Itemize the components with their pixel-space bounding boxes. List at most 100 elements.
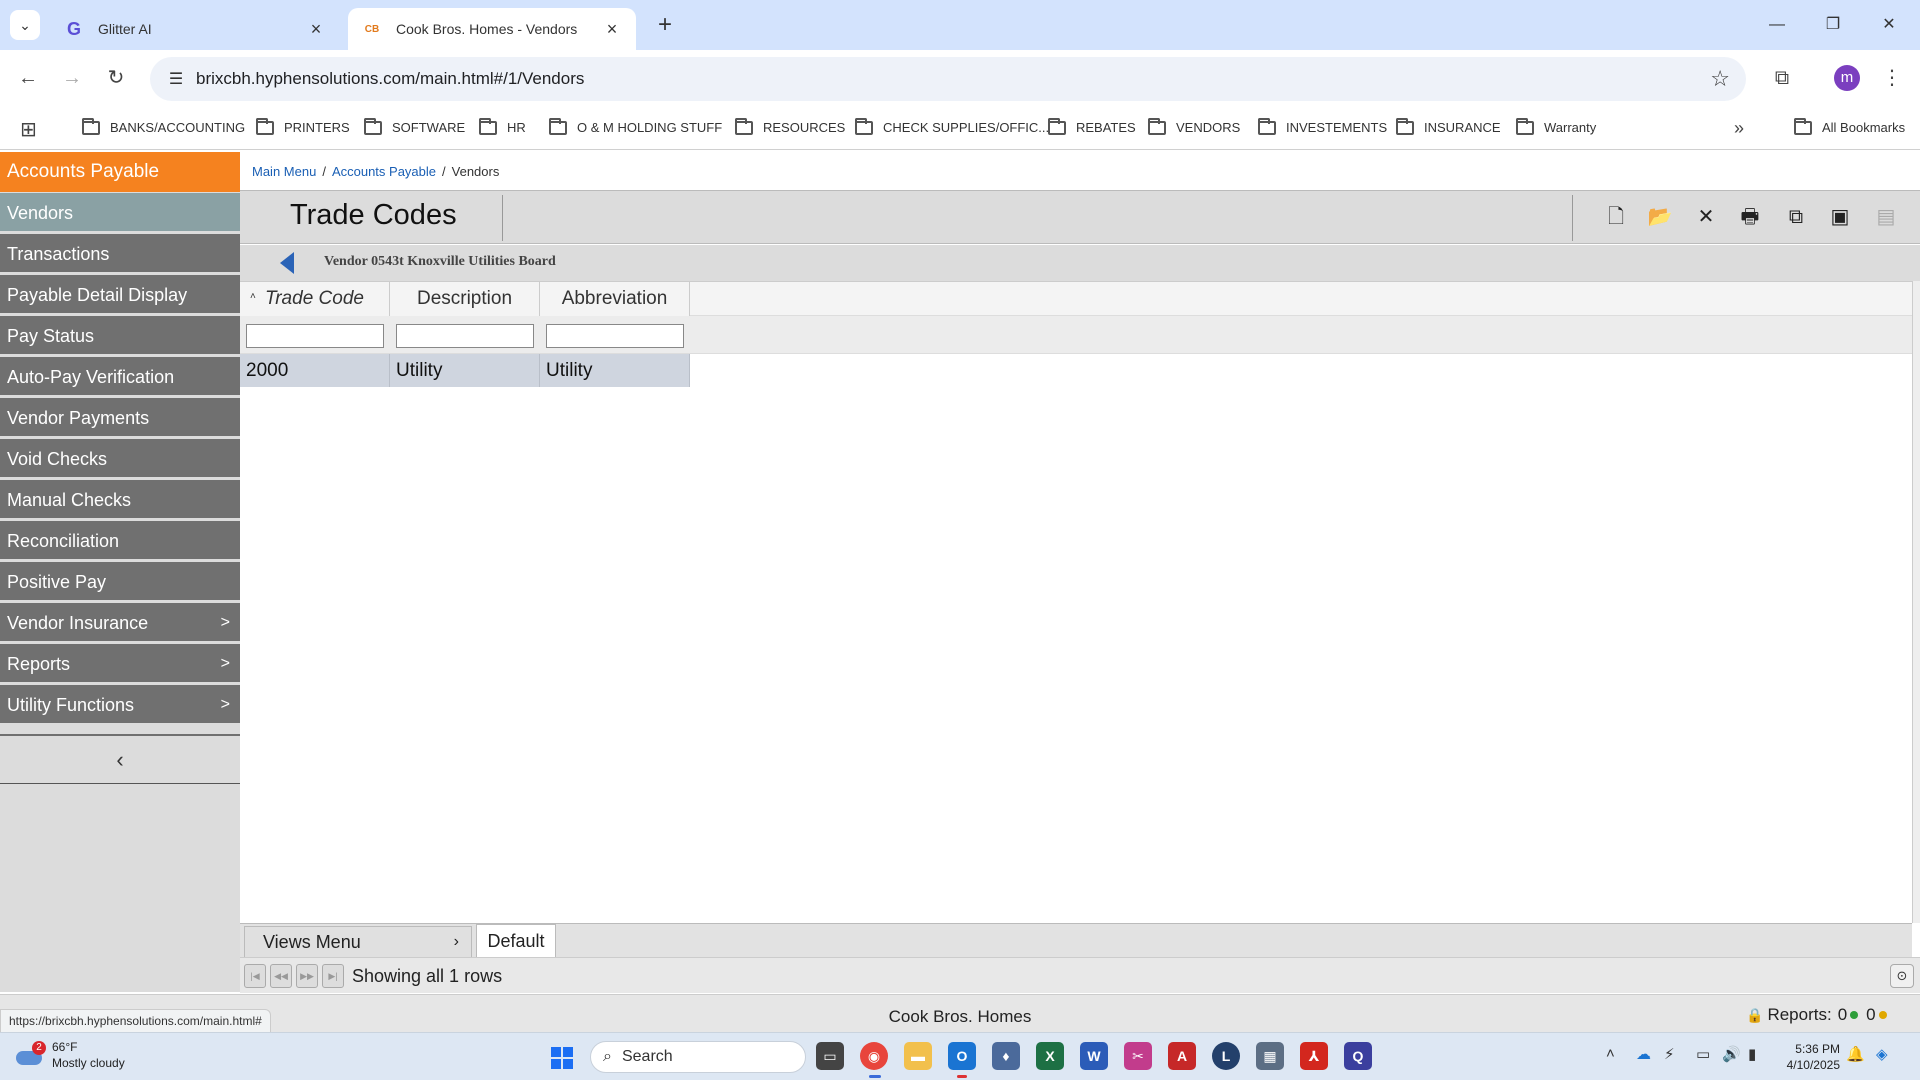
new-document-icon[interactable]: 🗋 [1602,203,1630,231]
breadcrumb-accounts-payable[interactable]: Accounts Payable [332,164,436,179]
bookmark-folder[interactable]: O & M HOLDING STUFF [549,117,722,135]
excel-icon[interactable]: X [1036,1042,1064,1070]
delete-x-icon[interactable]: ✕ [1692,203,1720,231]
reload-icon[interactable]: ↻ [100,62,132,94]
notification-bell-icon[interactable]: 🔔 [1846,1045,1865,1063]
app-circle-icon[interactable]: L [1212,1042,1240,1070]
bookmark-folder[interactable]: INVESTEMENTS [1258,117,1387,135]
site-info-icon[interactable]: ☰ [156,69,196,89]
table-row-cell-description[interactable]: Utility [390,354,540,387]
sidebar-item-vendor-insurance[interactable]: Vendor Insurance > [0,603,240,643]
bookmark-folder[interactable]: Warranty [1516,117,1596,135]
back-arrow-icon[interactable]: ← [12,62,44,94]
address-bar[interactable]: ☰ brixcbh.hyphensolutions.com/main.html#… [150,57,1746,101]
onedrive-cloud-icon[interactable]: ☁ [1636,1045,1651,1063]
weather-widget[interactable]: 2 66°F Mostly cloudy [14,1039,125,1071]
previous-page-icon[interactable]: ◀◀ [270,964,292,988]
sidebar-item-reconciliation[interactable]: Reconciliation [0,521,240,561]
network-icon[interactable]: ⚡ [1664,1045,1675,1063]
export-icon[interactable]: ⧉ [1782,203,1810,231]
views-menu-button[interactable]: Views Menu › [244,926,472,958]
table-row-cell-trade-code[interactable]: 2000 [240,354,390,387]
bookmark-folder[interactable]: PRINTERS [256,117,350,135]
last-page-icon[interactable]: ▶| [322,964,344,988]
reports-status[interactable]: 🔒 Reports: 0 0 [1746,1005,1895,1025]
bookmark-folder[interactable]: INSURANCE [1396,117,1501,135]
sidebar-item-reports[interactable]: Reports > [0,644,240,684]
word-icon[interactable]: W [1080,1042,1108,1070]
close-tab-icon[interactable]: × [306,19,326,40]
acrobat-icon[interactable]: ⅄ [1300,1042,1328,1070]
sidebar-item-manual-checks[interactable]: Manual Checks [0,480,240,520]
app-q-icon[interactable]: Q [1344,1042,1372,1070]
file-explorer-icon[interactable]: ▬ [904,1042,932,1070]
bookmark-folder[interactable]: RESOURCES [735,117,845,135]
close-tab-icon[interactable]: × [602,19,622,40]
bookmark-folder[interactable]: VENDORS [1148,117,1240,135]
sidebar-item-utility-functions[interactable]: Utility Functions > [0,685,240,725]
grid-vertical-scrollbar[interactable] [1912,281,1920,923]
save-window-icon[interactable]: ▣ [1826,203,1854,231]
column-header-trade-code[interactable]: ˄ Trade Code [240,282,390,316]
windows-start-icon[interactable] [551,1047,573,1069]
volume-icon[interactable]: 🔊 [1722,1045,1741,1063]
table-row-cell-abbreviation[interactable]: Utility [540,354,690,387]
battery-icon[interactable]: ▮ [1748,1045,1756,1063]
taskbar-search[interactable]: ⌕ Search [590,1041,806,1073]
snipping-tool-icon[interactable]: ✂ [1124,1042,1152,1070]
outlook-icon[interactable]: O [948,1042,976,1070]
sidebar-item-void-checks[interactable]: Void Checks [0,439,240,479]
profile-avatar[interactable]: m [1834,65,1860,91]
app-icon[interactable]: ♦ [992,1042,1020,1070]
next-page-icon[interactable]: ▶▶ [296,964,318,988]
system-clock[interactable]: 5:36 PM 4/10/2025 [1776,1041,1840,1073]
print-icon[interactable]: 🖶 [1736,203,1764,231]
tab-cook-bros-vendors[interactable]: CB Cook Bros. Homes - Vendors × [348,8,636,50]
sidebar-header-accounts-payable[interactable]: Accounts Payable [0,152,240,192]
bookmark-folder[interactable]: CHECK SUPPLIES/OFFIC... [855,117,1049,135]
tab-glitter-ai[interactable]: G Glitter AI × [50,8,340,50]
browser-menu-icon[interactable]: ⋮ [1876,62,1908,94]
filter-description-input[interactable] [396,324,534,348]
sidebar-item-payable-detail-display[interactable]: Payable Detail Display [0,275,240,315]
column-header-description[interactable]: Description [390,282,540,316]
bookmark-folder[interactable]: REBATES [1048,117,1136,135]
bookmark-folder[interactable]: HR [479,117,526,135]
sidebar-item-transactions[interactable]: Transactions [0,234,240,274]
apps-grid-icon[interactable]: ⊞ [20,117,37,142]
new-tab-button[interactable]: + [650,10,680,40]
settings-pin-icon[interactable]: ⊙ [1890,964,1914,988]
breadcrumb-main-menu[interactable]: Main Menu [252,164,316,179]
minimize-icon[interactable]: — [1754,10,1800,40]
sidebar-item-positive-pay[interactable]: Positive Pay [0,562,240,602]
window-close-icon[interactable]: ✕ [1866,10,1912,40]
column-header-abbreviation[interactable]: Abbreviation [540,282,690,316]
tab-search-chevron-icon[interactable]: ⌄ [10,10,40,40]
bookmark-folder[interactable]: BANKS/ACCOUNTING [82,117,245,135]
sidebar-item-vendors[interactable]: Vendors [0,193,240,233]
sidebar-item-pay-status[interactable]: Pay Status [0,316,240,356]
access-icon[interactable]: A [1168,1042,1196,1070]
forward-arrow-icon[interactable]: → [56,62,88,94]
copilot-icon[interactable]: ◈ [1876,1045,1888,1063]
tray-chevron-up-icon[interactable]: ˄ [1606,1045,1615,1062]
sidebar-item-auto-pay-verification[interactable]: Auto-Pay Verification [0,357,240,397]
bookmark-folder[interactable]: SOFTWARE [364,117,465,135]
task-view-icon[interactable]: ▭ [816,1042,844,1070]
filter-trade-code-input[interactable] [246,324,384,348]
open-folder-icon[interactable]: 📂 [1646,203,1674,231]
back-triangle-icon[interactable] [280,252,294,274]
view-tab-default[interactable]: Default [476,924,556,958]
calculator-icon[interactable]: ▦ [1256,1042,1284,1070]
extensions-icon[interactable]: ⧉ [1766,62,1798,94]
first-page-icon[interactable]: |◀ [244,964,266,988]
bookmark-star-icon[interactable]: ☆ [1710,66,1730,92]
filter-abbreviation-input[interactable] [546,324,684,348]
all-bookmarks-folder[interactable]: All Bookmarks [1794,117,1905,135]
collapse-sidebar-chevron-icon[interactable]: ‹ [0,734,240,784]
sidebar-item-vendor-payments[interactable]: Vendor Payments [0,398,240,438]
restore-icon[interactable]: ❐ [1810,10,1856,40]
display-icon[interactable]: ▭ [1696,1045,1710,1063]
chrome-icon[interactable]: ◉ [860,1042,888,1070]
more-bookmarks-icon[interactable]: » [1734,118,1744,139]
